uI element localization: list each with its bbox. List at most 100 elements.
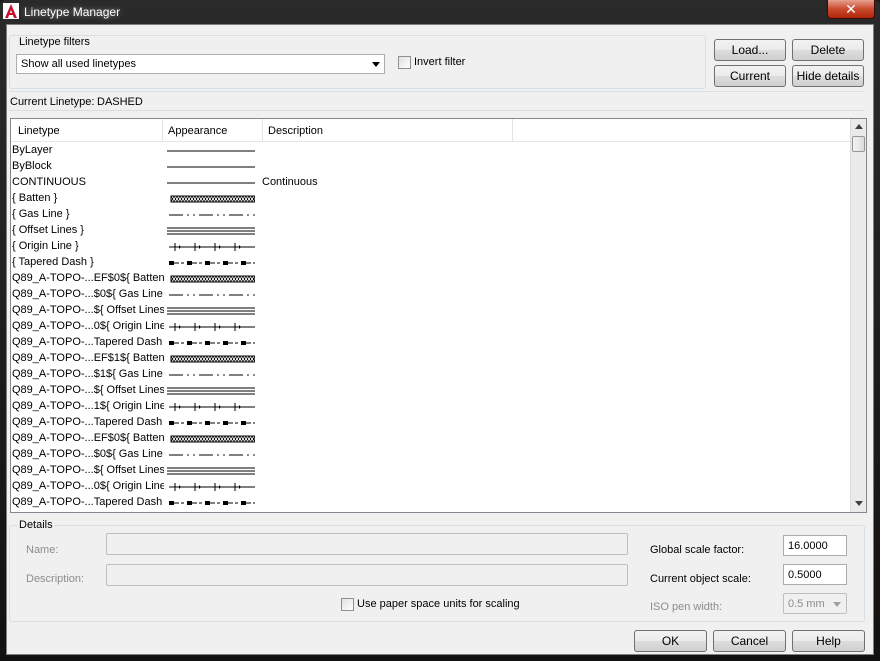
list-item[interactable]: { Gas Line } xyxy=(11,207,851,223)
linetype-name: Q89_A-TOPO-...${ Offset Lines xyxy=(12,384,164,396)
delete-button[interactable]: Delete xyxy=(792,39,864,61)
linetype-appearance-solid xyxy=(167,143,257,159)
autocad-app-icon[interactable] xyxy=(3,3,19,19)
column-header-description[interactable]: Description xyxy=(268,125,323,137)
invert-filter-checkbox[interactable] xyxy=(398,56,411,69)
column-separator[interactable] xyxy=(162,119,163,141)
linetype-manager-window: Linetype Manager ✕ Linetype filters Show… xyxy=(0,0,880,661)
list-item[interactable]: Q89_A-TOPO-...Tapered Dash } xyxy=(11,495,851,511)
list-header: Linetype Appearance Description xyxy=(11,119,851,142)
list-item[interactable]: Q89_A-TOPO-...Tapered Dash } xyxy=(11,335,851,351)
help-button[interactable]: Help xyxy=(792,630,865,652)
linetype-name: ByLayer xyxy=(12,144,53,156)
list-item[interactable]: CONTINUOUS Continuous xyxy=(11,175,851,191)
linetype-appearance-offset xyxy=(167,223,257,239)
list-item[interactable]: Q89_A-TOPO-...0${ Origin Line xyxy=(11,479,851,495)
linetype-appearance-origin xyxy=(167,319,257,335)
vertical-scrollbar[interactable] xyxy=(850,119,866,512)
close-button[interactable]: ✕ xyxy=(827,0,875,19)
invert-filter-label[interactable]: Invert filter xyxy=(414,56,465,68)
list-item[interactable]: Q89_A-TOPO-...${ Offset Lines xyxy=(11,383,851,399)
cancel-button[interactable]: Cancel xyxy=(713,630,786,652)
list-item[interactable]: Q89_A-TOPO-...0${ Origin Line xyxy=(11,319,851,335)
list-item[interactable]: { Offset Lines } xyxy=(11,223,851,239)
list-item[interactable]: Q89_A-TOPO-...EF$0${ Batten xyxy=(11,431,851,447)
global-scale-value: 16.0000 xyxy=(788,540,828,552)
column-separator[interactable] xyxy=(262,119,263,141)
linetype-appearance-batten xyxy=(167,431,257,447)
linetype-list[interactable]: Linetype Appearance Description ByLayer B… xyxy=(10,118,867,513)
linetype-name: Q89_A-TOPO-...$0${ Gas Line } xyxy=(12,288,164,300)
iso-pen-width-value: 0.5 mm xyxy=(788,598,825,610)
linetype-name: CONTINUOUS xyxy=(12,176,86,188)
list-item[interactable]: Q89_A-TOPO-...$0${ Gas Line } xyxy=(11,447,851,463)
list-item[interactable]: Q89_A-TOPO-...EF$0${ Batten xyxy=(11,271,851,287)
name-field[interactable] xyxy=(106,533,628,555)
linetype-appearance-tapered xyxy=(167,335,257,351)
object-scale-input[interactable]: 0.5000 xyxy=(783,564,847,585)
linetype-appearance-batten xyxy=(167,351,257,367)
list-item[interactable]: Q89_A-TOPO-...EF$1${ Batten xyxy=(11,351,851,367)
linetype-appearance-offset xyxy=(167,303,257,319)
linetype-filters-label: Linetype filters xyxy=(17,36,92,48)
linetype-name: Q89_A-TOPO-...$0${ Gas Line } xyxy=(12,448,164,460)
linetype-appearance-solid xyxy=(167,175,257,191)
iso-pen-width-dropdown[interactable]: 0.5 mm xyxy=(783,593,847,614)
linetype-name: Q89_A-TOPO-...0${ Origin Line xyxy=(12,320,164,332)
scroll-up-icon[interactable] xyxy=(855,124,863,129)
global-scale-label: Global scale factor: xyxy=(650,544,745,556)
paper-space-label[interactable]: Use paper space units for scaling xyxy=(357,598,520,610)
list-item[interactable]: ByBlock xyxy=(11,159,851,175)
linetype-name: { Tapered Dash } xyxy=(12,256,94,268)
linetype-name: Q89_A-TOPO-...EF$0${ Batten xyxy=(12,272,164,284)
iso-pen-width-label: ISO pen width: xyxy=(650,601,723,613)
linetype-name: { Batten } xyxy=(12,192,58,204)
object-scale-label: Current object scale: xyxy=(650,573,751,585)
list-item[interactable]: { Tapered Dash } xyxy=(11,255,851,271)
linetype-description: Continuous xyxy=(262,176,318,188)
linetype-name: Q89_A-TOPO-...${ Offset Lines xyxy=(12,464,164,476)
linetype-name: Q89_A-TOPO-...${ Offset Lines xyxy=(12,304,164,316)
ok-button[interactable]: OK xyxy=(634,630,707,652)
list-item[interactable]: Q89_A-TOPO-...${ Offset Lines xyxy=(11,463,851,479)
list-item[interactable]: Q89_A-TOPO-...$0${ Gas Line } xyxy=(11,287,851,303)
linetype-filter-value: Show all used linetypes xyxy=(21,58,136,70)
name-label: Name: xyxy=(26,544,59,556)
list-item[interactable]: { Batten } xyxy=(11,191,851,207)
current-button[interactable]: Current xyxy=(714,65,786,87)
scrollbar-thumb[interactable] xyxy=(852,136,865,152)
linetype-appearance-origin xyxy=(167,399,257,415)
linetype-name: Q89_A-TOPO-...Tapered Dash } xyxy=(12,336,164,348)
scroll-down-icon[interactable] xyxy=(855,501,863,506)
linetype-appearance-solid xyxy=(167,159,257,175)
list-item[interactable]: { Origin Line } xyxy=(11,239,851,255)
linetype-appearance-offset xyxy=(167,463,257,479)
description-label: Description: xyxy=(26,573,85,585)
linetype-filter-dropdown[interactable]: Show all used linetypes xyxy=(16,54,385,74)
list-item[interactable]: Q89_A-TOPO-...1${ Origin Line xyxy=(11,399,851,415)
paper-space-checkbox[interactable] xyxy=(341,598,354,611)
list-item[interactable]: Q89_A-TOPO-...Tapered Dash } xyxy=(11,415,851,431)
hide-details-button[interactable]: Hide details xyxy=(792,65,864,87)
current-linetype-label: Current Linetype: xyxy=(10,96,95,108)
description-field[interactable] xyxy=(106,564,628,586)
list-item[interactable]: Q89_A-TOPO-...$1${ Gas Line } xyxy=(11,367,851,383)
title-bar[interactable]: Linetype Manager ✕ xyxy=(0,0,880,24)
column-header-linetype[interactable]: Linetype xyxy=(18,125,60,137)
chevron-down-icon xyxy=(833,602,841,607)
global-scale-input[interactable]: 16.0000 xyxy=(783,535,847,556)
dialog-client: Linetype filters Show all used linetypes… xyxy=(6,24,874,655)
linetype-appearance-batten xyxy=(167,271,257,287)
current-linetype-value: DASHED xyxy=(97,96,143,108)
list-item[interactable]: ByLayer xyxy=(11,143,851,159)
column-header-appearance[interactable]: Appearance xyxy=(168,125,227,137)
list-item[interactable]: Q89_A-TOPO-...${ Offset Lines xyxy=(11,303,851,319)
linetype-appearance-offset xyxy=(167,383,257,399)
linetype-appearance-gas xyxy=(167,287,257,303)
linetype-name: Q89_A-TOPO-...EF$0${ Batten xyxy=(12,432,164,444)
linetype-name: Q89_A-TOPO-...1${ Origin Line xyxy=(12,400,164,412)
column-separator[interactable] xyxy=(512,119,513,141)
linetype-appearance-origin xyxy=(167,239,257,255)
load-button[interactable]: Load... xyxy=(714,39,786,61)
linetype-appearance-tapered xyxy=(167,255,257,271)
